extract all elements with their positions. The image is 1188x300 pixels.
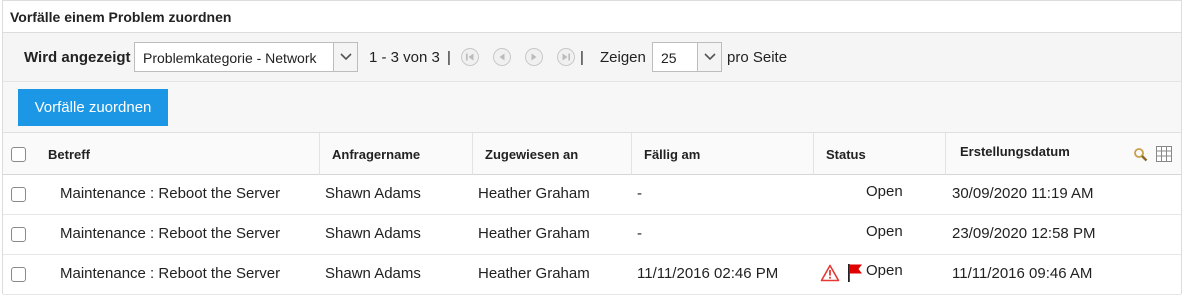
chevron-down-icon[interactable] <box>333 43 357 71</box>
pager-separator: | <box>580 49 584 66</box>
table-header: Betreff Anfragername Zugewiesen an Fälli… <box>3 133 1181 175</box>
action-bar: Vorfälle zuordnen <box>3 82 1181 133</box>
row-checkbox[interactable] <box>11 267 26 282</box>
cell-subject[interactable]: Maintenance : Reboot the Server <box>60 265 280 282</box>
incident-assign-panel: Vorfälle einem Problem zuordnen Wird ang… <box>2 0 1182 295</box>
cell-subject[interactable]: Maintenance : Reboot the Server <box>60 225 280 242</box>
column-header-requester[interactable]: Anfragername <box>319 133 473 175</box>
table-row[interactable]: Maintenance : Reboot the Server Shawn Ad… <box>3 215 1181 255</box>
cell-due: - <box>637 225 642 242</box>
flag-icon <box>846 263 864 288</box>
cell-created: 11/11/2016 09:46 AM <box>952 265 1093 282</box>
cell-requester: Shawn Adams <box>325 265 421 282</box>
showing-label: Wird angezeigt <box>24 49 131 66</box>
range-separator: | <box>447 49 451 66</box>
per-page-select[interactable]: 25 <box>652 42 722 72</box>
select-all-checkbox[interactable] <box>11 147 26 162</box>
warning-icon <box>820 264 840 287</box>
cell-created: 30/09/2020 11:19 AM <box>952 185 1094 202</box>
table-row[interactable]: Maintenance : Reboot the Server Shawn Ad… <box>3 175 1181 215</box>
column-header-subject[interactable]: Betreff <box>48 133 318 175</box>
search-icon[interactable] <box>1133 147 1148 167</box>
filter-toolbar: Wird angezeigt Problemkategorie - Networ… <box>3 33 1181 82</box>
cell-assigned: Heather Graham <box>478 225 590 242</box>
page-range-text: 1 - 3 von 3 <box>369 49 440 66</box>
cell-status: Open <box>866 223 903 240</box>
cell-due: 11/11/2016 02:46 PM <box>637 265 779 282</box>
show-label: Zeigen <box>600 49 646 66</box>
assign-incidents-button[interactable]: Vorfälle zuordnen <box>18 89 168 126</box>
cell-assigned: Heather Graham <box>478 185 590 202</box>
filter-select-value: Problemkategorie - Network <box>143 50 317 66</box>
column-header-status[interactable]: Status <box>813 133 946 175</box>
cell-created: 23/09/2020 12:58 PM <box>952 225 1096 242</box>
cell-status: Open <box>866 262 903 279</box>
chevron-down-icon[interactable] <box>697 43 721 71</box>
column-chooser-icon[interactable] <box>1156 146 1172 167</box>
cell-assigned: Heather Graham <box>478 265 590 282</box>
per-page-suffix: pro Seite <box>727 49 788 66</box>
table-row[interactable]: Maintenance : Reboot the Server Shawn Ad… <box>3 255 1181 295</box>
cell-due: - <box>637 185 642 202</box>
per-page-value: 25 <box>661 50 677 66</box>
next-page-icon[interactable] <box>525 48 543 66</box>
last-page-icon[interactable] <box>557 48 575 66</box>
cell-requester: Shawn Adams <box>325 185 421 202</box>
column-header-due[interactable]: Fällig am <box>631 133 814 175</box>
cell-status: Open <box>866 183 903 200</box>
cell-requester: Shawn Adams <box>325 225 421 242</box>
first-page-icon[interactable] <box>461 48 479 66</box>
previous-page-icon[interactable] <box>493 48 511 66</box>
filter-select[interactable]: Problemkategorie - Network <box>134 42 358 72</box>
row-checkbox[interactable] <box>11 187 26 202</box>
cell-subject[interactable]: Maintenance : Reboot the Server <box>60 185 280 202</box>
column-header-created[interactable]: Erstellungsdatum <box>945 133 1120 175</box>
column-header-assigned[interactable]: Zugewiesen an <box>472 133 631 175</box>
panel-title: Vorfälle einem Problem zuordnen <box>3 1 1181 33</box>
row-checkbox[interactable] <box>11 227 26 242</box>
